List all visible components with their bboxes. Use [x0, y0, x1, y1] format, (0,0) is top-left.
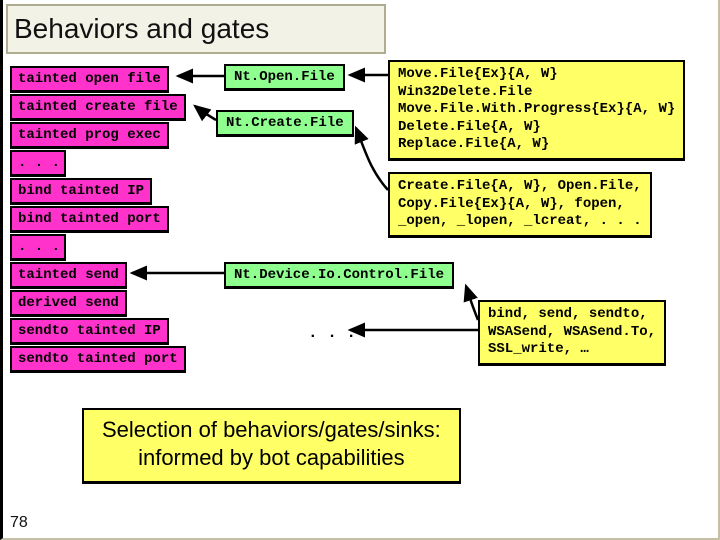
conclusion-box: Selection of behaviors/gates/sinks: info… [82, 408, 461, 484]
gate-ntdeviceiocontrolfile: Nt.Device.Io.Control.File [224, 262, 454, 289]
gate-ntopenfile: Nt.Open.File [224, 64, 345, 91]
behavior-sendto-tainted-ip: sendto tainted IP [10, 318, 169, 345]
behavior-bind-tainted-ip: bind tainted IP [10, 178, 152, 205]
gate-ellipsis: . . . [308, 324, 356, 342]
page-number: 78 [10, 514, 28, 532]
behavior-ellipsis-1: . . . [10, 150, 66, 177]
behavior-derived-send: derived send [10, 290, 127, 317]
sink-createfile-group: Create.File{A, W}, Open.File, Copy.File{… [388, 172, 652, 238]
sink-network-group: bind, send, sendto, WSASend, WSASend.To,… [478, 300, 666, 366]
behavior-tainted-send: tainted send [10, 262, 127, 289]
behavior-ellipsis-2: . . . [10, 234, 66, 261]
behavior-bind-tainted-port: bind tainted port [10, 206, 169, 233]
behavior-tainted-open-file: tainted open file [10, 66, 169, 93]
sink-movefile-group: Move.File{Ex}{A, W} Win32Delete.File Mov… [388, 60, 685, 161]
gate-ntcreatefile: Nt.Create.File [216, 110, 354, 137]
behavior-tainted-create-file: tainted create file [10, 94, 186, 121]
behavior-sendto-tainted-port: sendto tainted port [10, 346, 186, 373]
title-box: Behaviors and gates [6, 4, 386, 54]
behavior-tainted-prog-exec: tainted prog exec [10, 122, 169, 149]
slide-title: Behaviors and gates [14, 13, 269, 45]
